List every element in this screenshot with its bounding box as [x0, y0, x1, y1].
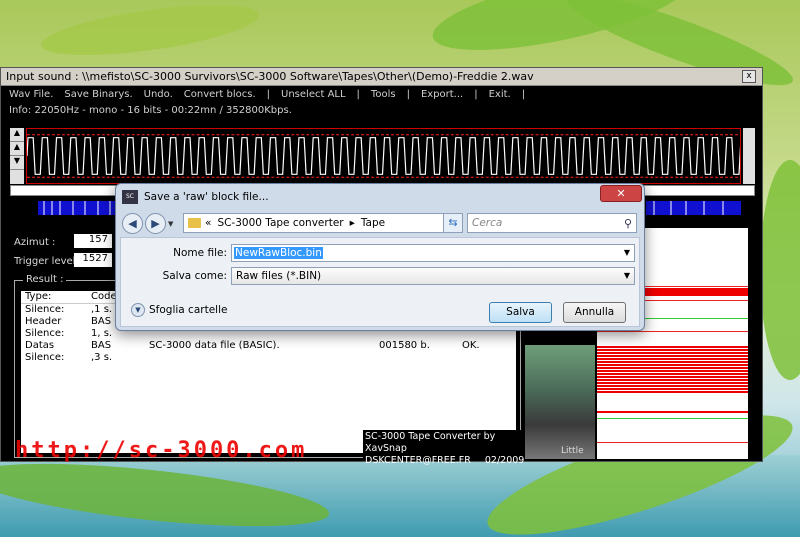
menu-export[interactable]: Export...: [421, 89, 463, 100]
cell-type: Silence:: [25, 328, 65, 339]
cell-code: BAS: [91, 340, 112, 351]
red-marker-line: [597, 442, 748, 443]
save-dialog: SC Save a 'raw' block file... ✕ ◀ ▶ ▼ « …: [115, 183, 645, 331]
red-bit-band: [597, 346, 748, 394]
vertical-scroll-right[interactable]: [743, 128, 755, 184]
credit-line: SC-3000 Tape Converter by XavSnap: [365, 431, 496, 454]
dialog-title: Save a 'raw' block file...: [144, 191, 269, 203]
cell-description: SC-3000 data file (BASIC).: [149, 340, 280, 351]
window-titlebar: Input sound : \\mefisto\SC-3000 Survivor…: [1, 68, 762, 86]
save-button[interactable]: Salva: [489, 302, 552, 323]
cell-code: 1, s.: [91, 328, 113, 339]
browse-folders-label[interactable]: Sfoglia cartelle: [149, 304, 227, 316]
breadcrumb-item[interactable]: SC-3000 Tape converter: [217, 217, 343, 229]
app-icon: SC: [122, 190, 138, 204]
savetype-select[interactable]: Raw files (*.BIN) ▼: [231, 267, 635, 285]
menu-unselect-all[interactable]: Unselect ALL: [281, 89, 346, 100]
bloc-marker-strip: [38, 201, 118, 215]
vertical-zoom-scroll[interactable]: ▲ ▲ ▼: [10, 128, 24, 184]
search-placeholder: Cerca: [472, 217, 503, 229]
trigger-level-value[interactable]: 1527: [74, 253, 112, 267]
dialog-close-button[interactable]: ✕: [600, 185, 642, 202]
red-marker-line: [597, 411, 748, 413]
red-marker-line: [597, 331, 748, 332]
chevron-down-icon[interactable]: ▼: [624, 268, 630, 284]
search-icon[interactable]: ⚲: [624, 215, 632, 233]
cell-status: OK.: [462, 340, 480, 351]
cell-code: ,3 s.: [91, 352, 113, 363]
cell-type: Datas: [25, 340, 55, 351]
menu-separator: |: [521, 89, 526, 100]
column-header-type: Type:: [25, 291, 52, 302]
breadcrumb-item[interactable]: Tape: [361, 217, 385, 229]
search-input[interactable]: Cerca ⚲: [467, 213, 637, 233]
green-marker-line: [597, 418, 748, 419]
menu-save-binarys[interactable]: Save Binarys.: [64, 89, 132, 100]
photo-caption: Little: [561, 446, 584, 456]
menu-exit[interactable]: Exit.: [489, 89, 511, 100]
trigger-level-label: Trigger level :: [14, 256, 82, 267]
cell-code: ,1 s.: [91, 304, 113, 315]
table-row[interactable]: Silence: ,3 s.: [21, 352, 516, 364]
address-bar[interactable]: « SC-3000 Tape converter ▸ Tape ▼: [183, 213, 463, 233]
menu-undo[interactable]: Undo.: [144, 89, 173, 100]
dialog-body: Nome file: NewRawBloc.bin ▼ Salva come: …: [120, 237, 640, 327]
cell-type: Header: [25, 316, 62, 327]
cell-size: 001580 b.: [379, 340, 430, 351]
back-arrow-icon[interactable]: ◀: [122, 213, 143, 234]
arrow-down-icon[interactable]: ▼: [10, 156, 24, 170]
info-line: Info: 22050Hz - mono - 16 bits - 00:22mn…: [9, 105, 292, 116]
filename-field[interactable]: NewRawBloc.bin ▼: [231, 244, 635, 262]
dialog-titlebar: SC Save a 'raw' block file...: [116, 184, 644, 210]
menu-bar: Wav File. Save Binarys. Undo. Convert bl…: [1, 86, 762, 103]
decorative-photo: Little: [525, 345, 595, 459]
filename-value[interactable]: NewRawBloc.bin: [234, 247, 323, 259]
savetype-label: Salva come:: [162, 270, 227, 282]
savetype-value: Raw files (*.BIN): [236, 270, 322, 282]
menu-tools[interactable]: Tools: [371, 89, 396, 100]
azimut-label: Azimut :: [14, 237, 56, 248]
credit-box: SC-3000 Tape Converter by XavSnap DSKCEN…: [363, 430, 524, 466]
menu-separator: |: [474, 89, 478, 100]
menu-separator: |: [406, 89, 410, 100]
chevron-down-icon[interactable]: ▼: [624, 245, 630, 261]
menu-wav-file[interactable]: Wav File.: [9, 89, 53, 100]
cell-type: Silence:: [25, 304, 65, 315]
column-header-code: Code: [91, 291, 117, 302]
cell-code: BAS: [91, 316, 112, 327]
cancel-button[interactable]: Annulla: [563, 302, 626, 323]
menu-separator: |: [356, 89, 360, 100]
arrow-up-icon[interactable]: ▲: [10, 128, 24, 142]
folder-icon: [188, 218, 201, 228]
table-row[interactable]: Datas BAS SC-3000 data file (BASIC). 001…: [21, 340, 516, 352]
cell-type: Silence:: [25, 352, 65, 363]
credit-line: DSKCENTER@FREE.FR 02/2009: [365, 455, 524, 467]
credit-date: 02/2009: [484, 455, 525, 466]
menu-separator: |: [266, 89, 271, 100]
website-logo: http://sc-3000.com: [15, 438, 308, 463]
close-button[interactable]: x: [742, 70, 756, 83]
palm-leaf: [38, 0, 262, 66]
credit-email: DSKCENTER@FREE.FR: [365, 455, 471, 466]
arrow-up-icon[interactable]: ▲: [10, 142, 24, 156]
waveform-display[interactable]: [26, 128, 741, 184]
forward-arrow-icon[interactable]: ▶: [145, 213, 166, 234]
breadcrumb-chevron-icon[interactable]: ▸: [350, 217, 355, 229]
filename-label: Nome file:: [173, 247, 227, 259]
browse-folders-toggle[interactable]: ▼ Sfoglia cartelle: [131, 303, 227, 317]
menu-convert-blocs[interactable]: Convert blocs.: [184, 89, 256, 100]
palm-leaf: [760, 160, 800, 380]
expand-chevron-icon[interactable]: ▼: [131, 303, 145, 317]
recent-pages-dropdown-icon[interactable]: ▼: [168, 220, 173, 228]
refresh-icon[interactable]: ⇆: [443, 213, 463, 233]
window-title: Input sound : \\mefisto\SC-3000 Survivor…: [6, 70, 534, 83]
bloc-marker-strip: [646, 201, 741, 215]
azimut-value[interactable]: 157: [74, 234, 112, 248]
breadcrumb-overflow[interactable]: «: [205, 217, 211, 229]
result-legend: Result :: [23, 274, 67, 285]
